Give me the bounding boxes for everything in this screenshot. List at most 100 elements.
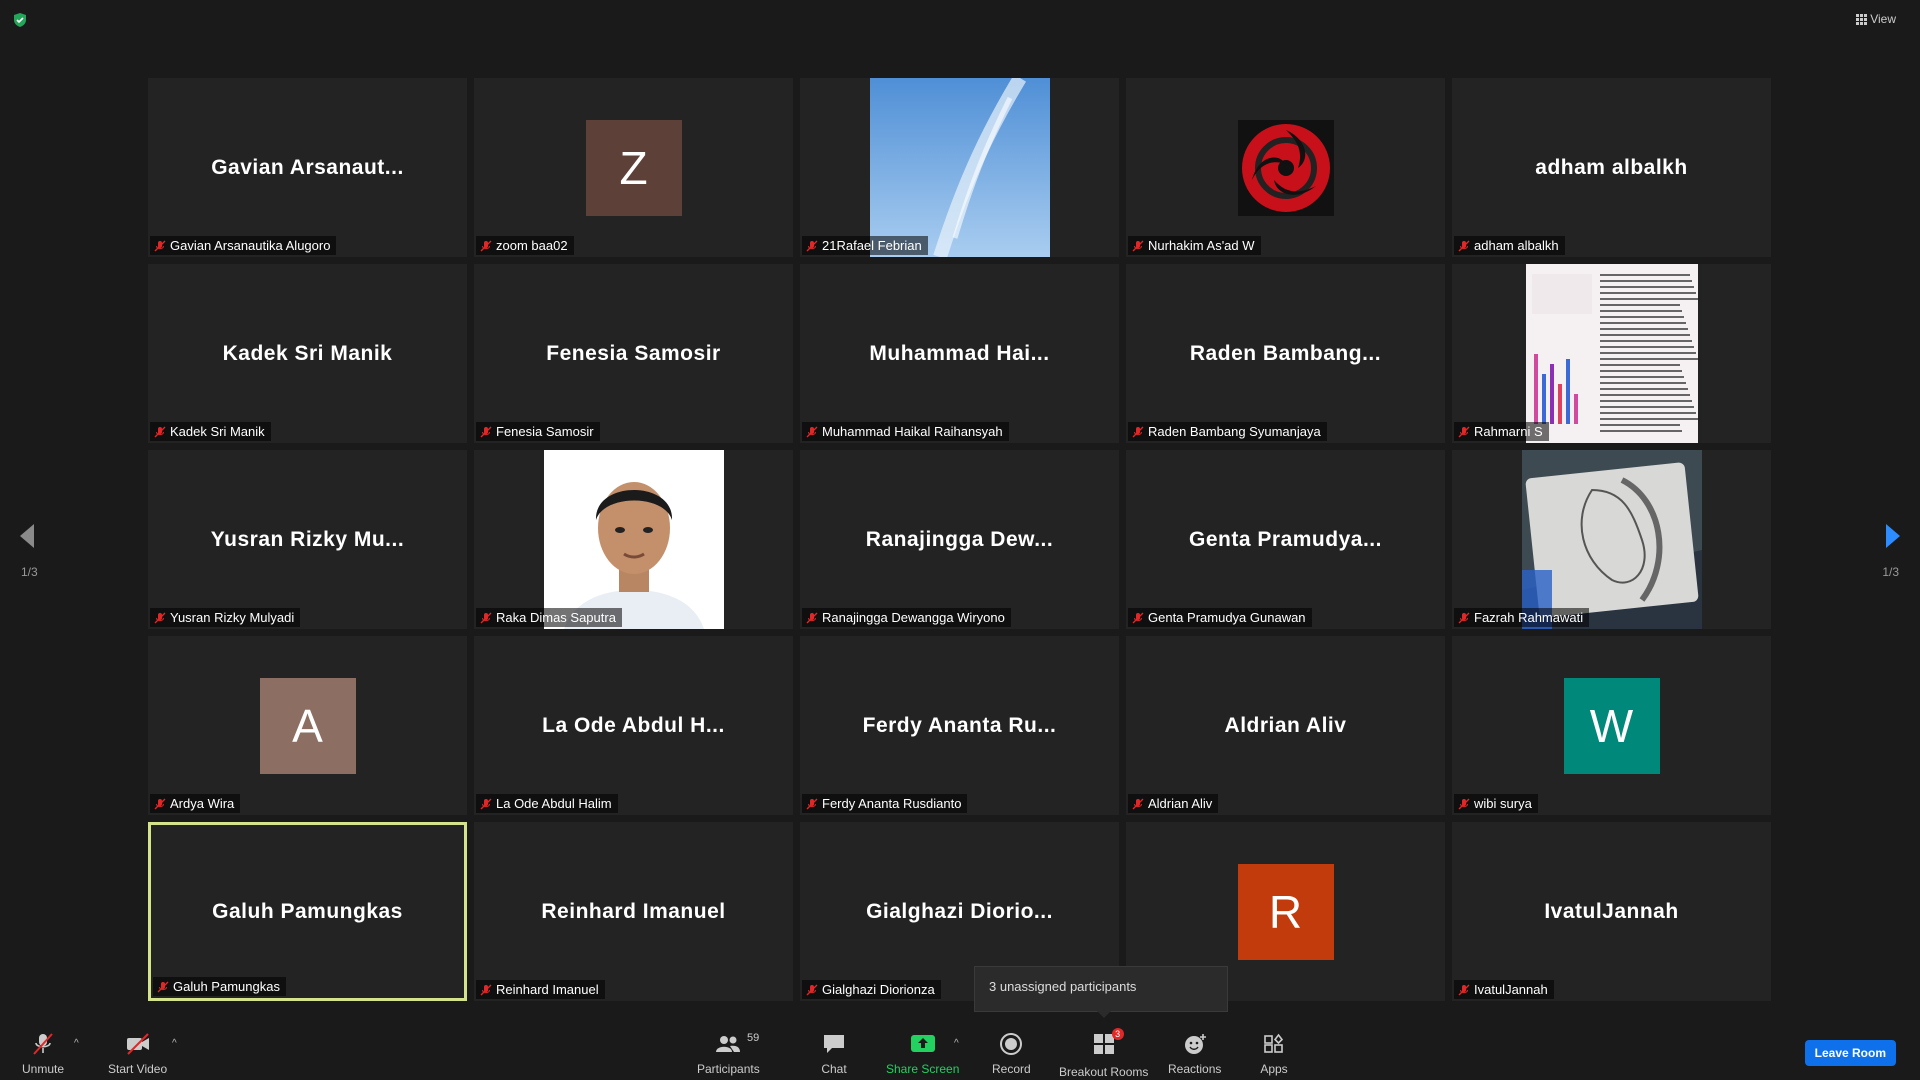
participants-label: Participants [697,1062,760,1076]
share-options-caret-icon[interactable]: ^ [954,1038,959,1049]
start-video-button[interactable]: Start Video [108,1032,167,1076]
participant-tile[interactable]: La Ode Abdul H... La Ode Abdul Halim [474,636,793,815]
share-screen-button[interactable]: Share Screen [886,1032,959,1076]
microphone-muted-icon [806,984,818,995]
participant-tile[interactable]: Fenesia Samosir Fenesia Samosir [474,264,793,443]
microphone-muted-icon [480,612,492,623]
participant-name-label: Reinhard Imanuel [476,980,605,999]
participant-tile[interactable]: Zzoom baa02 [474,78,793,257]
participant-name: wibi surya [1474,796,1532,811]
participant-name: Ardya Wira [170,796,235,811]
participant-tile[interactable]: Ranajingga Dew... Ranajingga Dewangga Wir… [800,450,1119,629]
participant-name-label: IvatulJannah [1454,980,1554,999]
video-options-caret-icon[interactable]: ^ [172,1038,177,1049]
meeting-toolbar: Unmute ^ Start Video ^ 59 Participants C… [0,1022,1920,1080]
page-indicator-left: 1/3 [21,565,38,579]
share-screen-label: Share Screen [886,1062,960,1076]
microphone-muted-icon [154,798,166,809]
record-button[interactable]: Record [992,1032,1031,1076]
participant-tile[interactable]: Wwibi surya [1452,636,1771,815]
microphone-muted-icon [806,426,818,437]
avatar: A [259,677,356,774]
participant-tile[interactable]: Yusran Rizky Mu... Yusran Rizky Mulyadi [148,450,467,629]
unmute-button[interactable]: Unmute [22,1032,64,1076]
unassigned-participants-tooltip: 3 unassigned participants [974,966,1228,1018]
participant-display-name: Reinhard Imanuel [541,899,726,923]
avatar: R [1237,863,1334,960]
security-shield-icon[interactable] [12,12,28,28]
participant-tile[interactable]: Fazrah Rahmawati [1452,450,1771,629]
participant-name: Yusran Rizky Mulyadi [170,610,295,625]
participant-display-name: La Ode Abdul H... [542,713,725,737]
apps-button[interactable]: Apps [1260,1032,1288,1076]
participant-name: La Ode Abdul Halim [496,796,612,811]
participant-tile[interactable]: Reinhard Imanuel Reinhard Imanuel [474,822,793,1001]
breakout-rooms-badge: 3 [1111,1028,1124,1040]
sky-photo [869,78,1050,257]
document-screenshot [1521,264,1702,443]
participant-tile[interactable]: Muhammad Hai... Muhammad Haikal Raihansya… [800,264,1119,443]
participant-name: Rahmarni S [1474,424,1543,439]
participant-tile[interactable]: Raka Dimas Saputra [474,450,793,629]
participant-name: Reinhard Imanuel [496,982,599,997]
participant-name: zoom baa02 [496,238,568,253]
view-button[interactable]: View [1856,12,1896,26]
participant-name-label: wibi surya [1454,794,1538,813]
participant-name: Raden Bambang Syumanjaya [1148,424,1321,439]
microphone-muted-icon [1458,798,1470,809]
microphone-muted-icon [1458,984,1470,995]
participant-name-label: Ferdy Ananta Rusdianto [802,794,968,813]
participant-tile[interactable]: 21Rafael Febrian [800,78,1119,257]
chat-label: Chat [821,1062,847,1076]
participant-display-name: Yusran Rizky Mu... [210,527,405,551]
participant-tile[interactable]: Kadek Sri Manik Kadek Sri Manik [148,264,467,443]
microphone-muted-icon [480,240,492,251]
participant-tile[interactable]: Gavian Arsanaut... Gavian Arsanautika Alu… [148,78,467,257]
participant-tile[interactable]: IvatulJannah IvatulJannah [1452,822,1771,1001]
next-page-arrow-icon[interactable] [1884,522,1902,550]
participant-tile[interactable]: A Ardya Wira [148,636,467,815]
participant-display-name: Ranajingga Dew... [865,527,1054,551]
participant-name: 21Rafael Febrian [822,238,922,253]
reactions-icon [1184,1034,1206,1054]
participant-name-label: Yusran Rizky Mulyadi [150,608,301,627]
previous-page-arrow-icon[interactable] [18,522,36,550]
participant-display-name: Fenesia Samosir [546,341,721,365]
participant-name-label: La Ode Abdul Halim [476,794,618,813]
participant-tile[interactable]: Nurhakim As'ad W [1126,78,1445,257]
apps-label: Apps [1260,1062,1288,1076]
participant-name-label: adham albalkh [1454,236,1565,255]
participant-name-label: Ranajingga Dewangga Wiryono [802,608,1011,627]
leave-room-button[interactable]: Leave Room [1804,1040,1896,1066]
participant-tile[interactable]: Aldrian Aliv Aldrian Aliv [1126,636,1445,815]
participant-name-label: Genta Pramudya Gunawan [1128,608,1312,627]
chat-button[interactable]: Chat [820,1032,848,1076]
microphone-muted-icon [806,798,818,809]
participant-tile[interactable]: adham albalkh adham albalkh [1452,78,1771,257]
microphone-muted-icon [1132,426,1144,437]
participant-name-label: Ardya Wira [150,794,241,813]
participants-button[interactable]: 59 Participants [697,1032,760,1076]
tooltip-text: 3 unassigned participants [989,979,1137,994]
participant-name-label: Raka Dimas Saputra [476,608,622,627]
participant-name-label: Fazrah Rahmawati [1454,608,1590,627]
breakout-rooms-button[interactable]: 3 Breakout Rooms [1059,1028,1148,1079]
microphone-muted-icon [480,426,492,437]
reactions-button[interactable]: Reactions [1168,1032,1221,1076]
record-label: Record [992,1062,1031,1076]
participant-tile[interactable]: Genta Pramudya... Genta Pramudya Gunawan [1126,450,1445,629]
participant-name: Fenesia Samosir [496,424,594,439]
participant-tile[interactable]: Rahmarni S [1452,264,1771,443]
participant-tile[interactable]: Galuh Pamungkas Galuh Pamungkas [148,822,467,1001]
microphone-muted-icon [154,240,166,251]
share-screen-icon [910,1035,935,1052]
participant-tile[interactable]: Raden Bambang... Raden Bambang Syumanjaya [1126,264,1445,443]
audio-options-caret-icon[interactable]: ^ [74,1038,79,1049]
participant-name: Genta Pramudya Gunawan [1148,610,1306,625]
microphone-muted-icon [1132,240,1144,251]
participant-display-name: IvatulJannah [1544,899,1679,923]
participant-portrait-photo [543,450,724,629]
participant-name: Ranajingga Dewangga Wiryono [822,610,1005,625]
participant-tile[interactable]: Ferdy Ananta Ru... Ferdy Ananta Rusdianto [800,636,1119,815]
participant-name: Raka Dimas Saputra [496,610,616,625]
